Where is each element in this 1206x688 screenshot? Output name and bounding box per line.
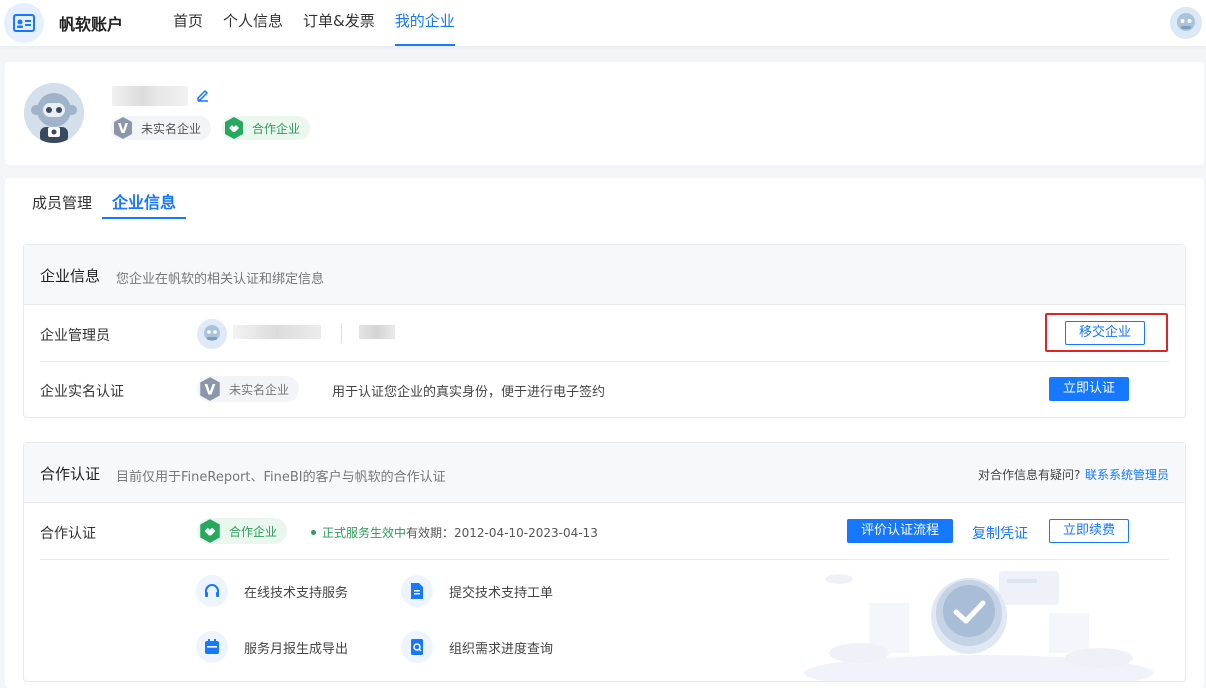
nav-profile[interactable]: 个人信息 (223, 0, 283, 46)
brand-title: 帆软账户 (59, 15, 124, 34)
cooperation-row: 合作认证 合作企业 正式服务生效中 有效期：2012-04-10-2023-04… (40, 503, 1169, 559)
verified-v-icon: V (197, 376, 223, 402)
cooperation-row-label: 合作认证 (40, 526, 96, 542)
partner-status-badge: 合作企业 (197, 518, 288, 544)
review-flow-button[interactable]: 评价认证流程 (847, 519, 953, 543)
top-navbar: 帆软账户 首页 个人信息 订单&发票 我的企业 (0, 0, 1206, 46)
verified-v-icon: V (111, 116, 135, 140)
service-status-text: 正式服务生效中 (322, 526, 407, 540)
enterprise-info-panel: 企业信息 您企业在帆软的相关认证和绑定信息 企业管理员 移交企业 企业实名认证 … (23, 244, 1186, 418)
partner-badge-label: 合作企业 (252, 121, 301, 136)
service-monthly-report-label: 服务月报生成导出 (244, 641, 349, 657)
calendar-icon (196, 631, 228, 663)
main-nav: 首页 个人信息 订单&发票 我的企业 (173, 0, 475, 46)
renew-now-button[interactable]: 立即续费 (1049, 519, 1129, 543)
app-logo-icon[interactable] (4, 3, 44, 43)
transfer-enterprise-button[interactable]: 移交企业 (1065, 321, 1145, 345)
handshake-icon (197, 518, 223, 544)
service-progress-query-label: 组织需求进度查询 (449, 641, 554, 657)
enterprise-profile-card: V 未实名企业 合作企业 (5, 62, 1204, 165)
service-monthly-report[interactable]: 服务月报生成导出 (196, 631, 348, 663)
enterprise-main-card: 成员管理 企业信息 企业信息 您企业在帆软的相关认证和绑定信息 企业管理员 移交… (5, 178, 1204, 688)
document-icon (401, 575, 433, 607)
realname-status-badge: V 未实名企业 (197, 376, 300, 402)
cooperation-header: 合作认证 目前仅用于FineReport、FineBI的客户与帆软的合作认证 对… (24, 443, 1185, 503)
unverified-badge: V 未实名企业 (111, 116, 212, 140)
search-document-icon (401, 631, 433, 663)
admin-name-redacted (233, 325, 321, 339)
tab-member-management[interactable]: 成员管理 (32, 191, 92, 219)
svg-text:V: V (118, 122, 128, 137)
realname-description: 用于认证您企业的真实身份，便于进行电子签约 (332, 385, 606, 400)
separator (341, 323, 342, 343)
cooperation-panel: 合作认证 目前仅用于FineReport、FineBI的客户与帆软的合作认证 对… (23, 442, 1186, 688)
status-dot-icon (311, 530, 316, 535)
admin-label: 企业管理员 (40, 328, 110, 344)
user-avatar[interactable] (1170, 7, 1202, 39)
nav-orders[interactable]: 订单&发票 (303, 0, 375, 46)
admin-phone-redacted (359, 325, 395, 339)
service-submit-ticket-label: 提交技术支持工单 (449, 585, 554, 601)
copy-certificate-link[interactable]: 复制凭证 (972, 523, 1028, 543)
row-divider (40, 559, 1169, 560)
realname-badge-label: 未实名企业 (229, 382, 290, 397)
service-online-support[interactable]: 在线技术支持服务 (196, 575, 348, 607)
nav-home[interactable]: 首页 (173, 0, 203, 46)
realname-label: 企业实名认证 (40, 384, 124, 400)
service-status: 正式服务生效中 有效期：2012-04-10-2023-04-13 (311, 524, 598, 541)
cooperation-desc: 目前仅用于FineReport、FineBI的客户与帆软的合作认证 (116, 470, 446, 485)
tab-enterprise-info[interactable]: 企业信息 (102, 191, 187, 219)
enterprise-avatar[interactable] (24, 83, 84, 143)
handshake-icon (222, 116, 246, 140)
enterprise-tabs: 成员管理 企业信息 (32, 191, 196, 219)
service-submit-ticket[interactable]: 提交技术支持工单 (401, 575, 553, 607)
contact-admin-link[interactable]: 联系系统管理员 (1085, 466, 1169, 483)
admin-row: 企业管理员 移交企业 (40, 305, 1169, 361)
enterprise-name-redacted (112, 86, 188, 106)
enterprise-info-header: 企业信息 您企业在帆软的相关认证和绑定信息 (24, 245, 1185, 305)
admin-avatar (197, 319, 227, 349)
realname-row: 企业实名认证 V 未实名企业 用于认证您企业的真实身份，便于进行电子签约 立即认… (40, 361, 1169, 417)
cooperation-title: 合作认证 (40, 465, 101, 483)
partner-badge: 合作企业 (222, 116, 311, 140)
certified-illustration (799, 563, 1159, 688)
headset-icon (196, 575, 228, 607)
service-progress-query[interactable]: 组织需求进度查询 (401, 631, 553, 663)
edit-icon[interactable] (196, 88, 210, 102)
cooperation-question: 对合作信息有疑问? (978, 468, 1081, 482)
unverified-badge-label: 未实名企业 (141, 121, 202, 136)
svg-text:V: V (205, 382, 216, 398)
nav-my-enterprise[interactable]: 我的企业 (394, 0, 455, 46)
enterprise-info-desc: 您企业在帆软的相关认证和绑定信息 (116, 272, 325, 287)
service-online-support-label: 在线技术支持服务 (244, 585, 349, 601)
verify-now-button[interactable]: 立即认证 (1049, 377, 1129, 401)
service-validity: 有效期：2012-04-10-2023-04-13 (406, 526, 598, 540)
partner-status-label: 合作企业 (229, 524, 278, 539)
enterprise-info-title: 企业信息 (40, 267, 101, 285)
